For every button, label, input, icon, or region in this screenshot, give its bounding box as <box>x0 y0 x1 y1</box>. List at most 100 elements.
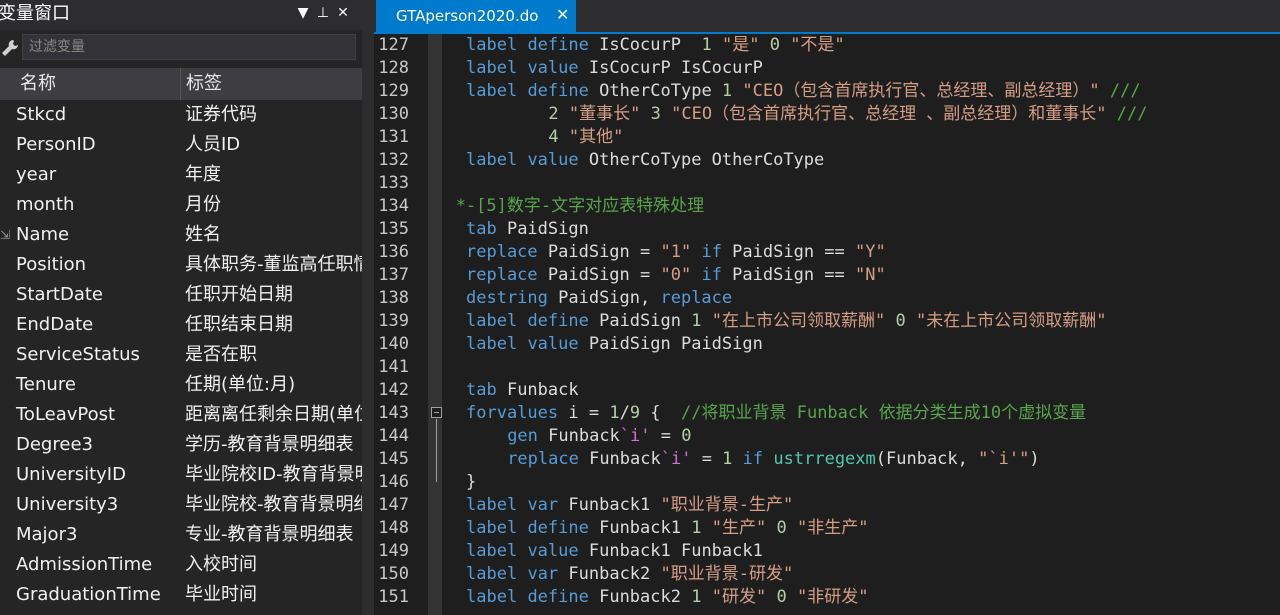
code-token: label <box>466 58 518 78</box>
variable-row[interactable]: ⇲ Name 姓名 <box>0 220 362 250</box>
code-token: OtherCoType OtherCoType <box>578 150 825 170</box>
code-token: "`i'" <box>978 449 1030 469</box>
editor-tab-strip: GTAperson2020.do ✕ <box>374 0 1280 34</box>
variable-row[interactable]: GraduationTime 毕业时间 <box>0 580 362 610</box>
code-token: Funback1 <box>588 518 692 538</box>
close-icon[interactable]: ✕ <box>334 4 352 22</box>
variable-name: Major3 <box>16 524 78 545</box>
code-token: define <box>527 518 589 538</box>
variable-row[interactable]: Stkcd 证券代码 <box>0 100 362 130</box>
tab-close-icon[interactable]: ✕ <box>556 5 569 25</box>
code-line: 141 <box>374 356 1280 379</box>
filter-bar <box>0 30 362 66</box>
code-text: replace Funback`i' = 1 if ustrregexm(Fun… <box>507 448 1039 471</box>
column-header-label[interactable]: 标签 <box>186 72 222 96</box>
code-area[interactable]: 127 label define IsCocurP 1 "是" 0 "不是" 128… <box>374 34 1280 615</box>
code-token: "职业背景-研发" <box>660 564 794 584</box>
code-token: label <box>466 150 518 170</box>
code-token: = <box>650 426 682 446</box>
code-line: 149 label value Funback1 Funback1 <box>374 540 1280 563</box>
fold-guide-line <box>436 419 437 482</box>
code-token: if <box>742 449 764 469</box>
code-token: Funback <box>578 449 661 469</box>
panel-splitter[interactable] <box>362 0 374 615</box>
code-token: replace <box>466 242 538 262</box>
code-token: label <box>466 334 518 354</box>
filter-variables-input[interactable] <box>22 34 356 60</box>
code-line: 148 label define Funback1 1 "生产" 0 "非生产" <box>374 517 1280 540</box>
code-text: forvalues i = 1/9 { //将职业背景 Funback 依据分类… <box>466 402 1086 425</box>
variable-row[interactable]: year 年度 <box>0 160 362 190</box>
variable-row[interactable]: ToLeavPost 距离离任剩余日期(单位 <box>0 400 362 430</box>
variable-row[interactable]: EndDate 任职结束日期 <box>0 310 362 340</box>
variable-row[interactable]: UniversityID 毕业院校ID-教育背景明 <box>0 460 362 490</box>
code-line: 143 forvalues i = 1/9 { //将职业背景 Funback 依… <box>374 402 1280 425</box>
variable-name: Stkcd <box>16 104 67 125</box>
code-line: 138 destring PaidSign, replace <box>374 287 1280 310</box>
code-token: "N" <box>855 265 886 285</box>
variable-row[interactable]: Position 具体职务-董监高任职情 <box>0 250 362 280</box>
code-token: PaidSign == <box>721 265 855 285</box>
code-line: 133 <box>374 172 1280 195</box>
column-header-name[interactable]: 名称 <box>20 72 56 96</box>
code-token: define <box>527 587 589 607</box>
code-token: i = <box>558 403 610 423</box>
line-number: 134 <box>378 196 409 216</box>
code-token: `i' <box>619 426 651 446</box>
tab-gtaperson2020-do[interactable]: GTAperson2020.do ✕ <box>376 0 576 32</box>
code-text: 2 "董事长" 3 "CEO（包含首席执行官、总经理 、副总经理）和董事长" /… <box>548 103 1147 126</box>
pin-icon[interactable]: ⊥ <box>314 4 332 22</box>
dropdown-icon[interactable]: ▼ <box>294 4 312 22</box>
code-token: PaidSign == <box>721 242 855 262</box>
code-token: forvalues <box>466 403 559 423</box>
code-text: label var Funback2 "职业背景-研发" <box>466 563 793 586</box>
code-line: 134 *-[5]数字-文字对应表特殊处理 <box>374 195 1280 218</box>
code-token: IsCocurP <box>588 35 702 55</box>
variable-row[interactable]: AdmissionTime 入校时间 <box>0 550 362 580</box>
fold-toggle-icon[interactable] <box>431 407 442 418</box>
variable-row[interactable]: University3 毕业院校-教育背景明细 <box>0 490 362 520</box>
variable-row[interactable]: Major3 专业-教育背景明细表 <box>0 520 362 550</box>
line-number: 144 <box>378 426 409 446</box>
variable-row[interactable]: Degree3 学历-教育背景明细表 <box>0 430 362 460</box>
code-token: 0 <box>681 426 692 446</box>
code-text: label value PaidSign PaidSign <box>466 333 763 356</box>
code-line: 142 tab Funback <box>374 379 1280 402</box>
code-line: 145 replace Funback`i' = 1 if ustrregexm(… <box>374 448 1280 471</box>
variable-name: StartDate <box>16 284 103 305</box>
variable-row[interactable]: StartDate 任职开始日期 <box>0 280 362 310</box>
variable-name: Position <box>16 254 87 275</box>
variable-row[interactable]: month 月份 <box>0 190 362 220</box>
line-number: 145 <box>378 449 409 469</box>
line-number: 130 <box>378 104 409 124</box>
code-token: define <box>527 35 589 55</box>
variable-name: GraduationTime <box>16 584 161 605</box>
variable-row[interactable]: ServiceStatus 是否在职 <box>0 340 362 370</box>
sort-arrow-icon: ⇲ <box>0 228 11 242</box>
code-line: 139 label define PaidSign 1 "在上市公司领取薪酬" 0… <box>374 310 1280 333</box>
variable-row[interactable]: PersonID 人员ID <box>0 130 362 160</box>
code-token: ustrregexm <box>773 449 876 469</box>
code-token: define <box>527 311 589 331</box>
code-text: label define Funback2 1 "研发" 0 "非研发" <box>466 586 868 609</box>
line-number: 137 <box>378 265 409 285</box>
code-text: label value IsCocurP IsCocurP <box>466 57 763 80</box>
column-divider[interactable] <box>180 68 181 100</box>
variable-label: 入校时间 <box>185 554 257 575</box>
code-token: IsCocurP IsCocurP <box>578 58 763 78</box>
code-token: label <box>466 35 518 55</box>
code-token: replace <box>660 288 733 308</box>
variable-name: PersonID <box>16 134 96 155</box>
variable-label: 毕业院校ID-教育背景明 <box>185 464 362 485</box>
code-token: 1 <box>721 81 733 101</box>
variable-row[interactable]: Tenure 任期(单位:月) <box>0 370 362 400</box>
